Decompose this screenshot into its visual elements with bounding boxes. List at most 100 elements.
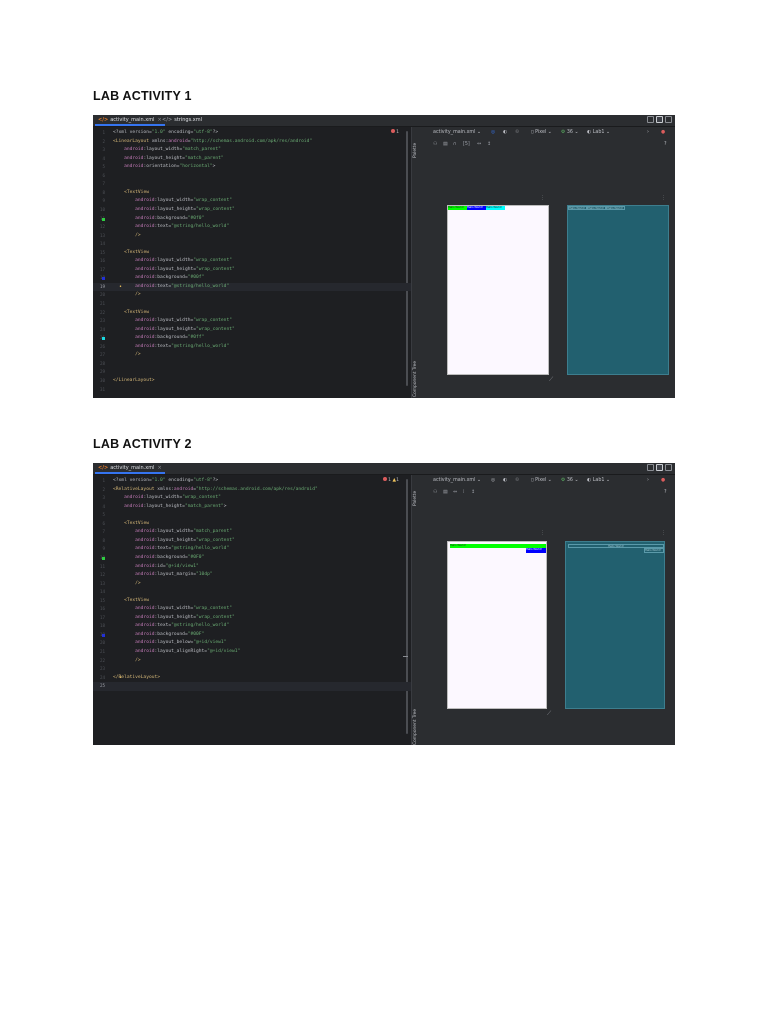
code-line[interactable]: 5 android:orientation="horizontal"> xyxy=(93,163,411,172)
night-mode-icon[interactable]: ◐ xyxy=(503,130,507,135)
layout-validation-icon[interactable]: ♲ xyxy=(515,130,519,135)
palette-tab[interactable]: Palette xyxy=(413,143,418,158)
lab2-tab-activity-main[interactable]: </> activity_main.xml × xyxy=(95,463,165,474)
file-selector[interactable]: activity_main.xml ⌄ xyxy=(433,478,481,483)
color-swatch-icon[interactable] xyxy=(102,277,105,281)
margin-selector[interactable]: [5] xyxy=(463,142,470,147)
orientation-icon[interactable]: ◎ xyxy=(491,130,495,135)
pan-icon[interactable]: ⇔ xyxy=(453,490,457,495)
code-line[interactable]: 12 android:layout_margin="10dp" xyxy=(93,571,411,580)
code-line[interactable]: 26 android:text="@string/hello_world" xyxy=(93,343,411,352)
code-line[interactable]: 10 android:background="#0F0" xyxy=(93,554,411,563)
code-line[interactable]: 6 <TextView xyxy=(93,520,411,529)
code-line[interactable]: 8 android:layout_height="wrap_content" xyxy=(93,537,411,546)
component-tree-tab[interactable]: Component Tree xyxy=(413,361,418,397)
code-line[interactable]: 19 android:background="#00F" xyxy=(93,631,411,640)
color-swatch-icon[interactable] xyxy=(102,633,105,637)
code-line[interactable]: 27 /> xyxy=(93,351,411,360)
code-line[interactable]: 20 android:layout_below="@+id/view1" xyxy=(93,639,411,648)
view-options-icon[interactable]: ⚇ xyxy=(433,490,437,495)
code-line[interactable]: 3 android:layout_width="match_parent" xyxy=(93,146,411,155)
night-mode-icon[interactable]: ◐ xyxy=(503,478,507,483)
overflow-icon[interactable]: ⋮ xyxy=(661,195,666,201)
palette-tab[interactable]: Palette xyxy=(413,491,418,506)
help-icon[interactable]: ? xyxy=(664,490,667,495)
code-line[interactable]: 29 xyxy=(93,368,411,377)
overflow-icon[interactable]: ⋮ xyxy=(540,530,545,536)
code-line[interactable]: 3 android:layout_width="wrap_content" xyxy=(93,494,411,503)
code-line[interactable]: 17 android:layout_height="wrap_content" xyxy=(93,266,411,275)
code-line[interactable]: 14 xyxy=(93,588,411,597)
code-line[interactable]: 1 <?xml version="1.0" encoding="utf-8"?> xyxy=(93,477,411,486)
code-line[interactable]: 31 xyxy=(93,386,411,395)
split-view-icon[interactable] xyxy=(656,464,663,471)
api-selector[interactable]: ⚙ 36 ⌄ xyxy=(561,478,579,483)
color-swatch-icon[interactable] xyxy=(102,217,105,221)
design-view-icon[interactable] xyxy=(665,464,672,471)
theme-selector[interactable]: ◐ Lab1 ⌄ xyxy=(587,478,610,483)
api-selector[interactable]: ⚙ 36 ⌄ xyxy=(561,130,579,135)
error-indicator-icon[interactable]: ● xyxy=(661,130,665,135)
code-line[interactable]: 16 android:layout_width="wrap_content" xyxy=(93,257,411,266)
lab1-tab-strings[interactable]: </> strings.xml xyxy=(159,115,205,126)
blueprint-toggle-icon[interactable]: ▤ xyxy=(443,142,448,147)
layout-validation-icon[interactable]: ♲ xyxy=(515,478,519,483)
code-line[interactable]: 21 android:layout_alignRight="@+id/view1… xyxy=(93,648,411,657)
device-selector[interactable]: ▯ Pixel ⌄ xyxy=(531,130,552,135)
code-line[interactable]: 20 /> xyxy=(93,291,411,300)
orientation-icon[interactable]: ◎ xyxy=(491,478,495,483)
code-line[interactable]: 16 android:layout_width="wrap_content" xyxy=(93,605,411,614)
code-line[interactable]: 7 xyxy=(93,180,411,189)
code-line[interactable]: 1 <?xml version="1.0" encoding="utf-8"?> xyxy=(93,129,411,138)
split-view-icon[interactable] xyxy=(656,116,663,123)
code-view-icon[interactable] xyxy=(647,116,654,123)
design-view-icon[interactable] xyxy=(665,116,672,123)
theme-selector[interactable]: ◐ Lab1 ⌄ xyxy=(587,130,610,135)
code-line[interactable]: 6 xyxy=(93,172,411,181)
code-line[interactable]: 11 android:id="@+id/view1" xyxy=(93,563,411,572)
code-line[interactable]: 17 android:layout_height="wrap_content" xyxy=(93,614,411,623)
lab2-code-editor[interactable]: 1 ▲1 1 <?xml version="1.0" encoding="utf-… xyxy=(93,475,411,745)
code-line[interactable]: 18 android:background="#00f" xyxy=(93,274,411,283)
overflow-icon[interactable]: ⋮ xyxy=(661,530,666,536)
code-line[interactable]: 10 android:layout_height="wrap_content" xyxy=(93,206,411,215)
lab1-tab-activity-main[interactable]: </> activity_main.xml × xyxy=(95,115,165,126)
code-line[interactable]: 23 android:layout_width="wrap_content" xyxy=(93,317,411,326)
code-line[interactable]: 15 <TextView xyxy=(93,597,411,606)
blueprint-toggle-icon[interactable]: ▤ xyxy=(443,490,448,495)
code-line[interactable]: 24 • </RelativeLayout> xyxy=(93,674,411,683)
code-line[interactable]: 4 android:layout_height="match_parent"> xyxy=(93,503,411,512)
chevron-right-icon[interactable]: › xyxy=(647,130,649,135)
code-line[interactable]: 13 /> xyxy=(93,580,411,589)
code-line[interactable]: 7 android:layout_width="match_parent" xyxy=(93,528,411,537)
code-line[interactable]: 2 <LinearLayout xmlns:android="http://sch… xyxy=(93,138,411,147)
code-line[interactable]: 24 android:layout_height="wrap_content" xyxy=(93,326,411,335)
code-line[interactable]: 25 xyxy=(93,682,411,691)
device-selector[interactable]: ▯ Pixel ⌄ xyxy=(531,478,552,483)
code-line[interactable]: 13 /> xyxy=(93,232,411,241)
code-line[interactable]: 22 /> xyxy=(93,657,411,666)
code-line[interactable]: 12 android:text="@string/hello_world" xyxy=(93,223,411,232)
code-line[interactable]: 19 • android:text="@string/hello_world" xyxy=(93,282,411,292)
expand-horizontal-icon[interactable]: ↔ xyxy=(477,142,481,147)
code-line[interactable]: 30 </LinearLayout> xyxy=(93,377,411,386)
lab1-code-editor[interactable]: 1 1 <?xml version="1.0" encoding="utf-8"?… xyxy=(93,127,411,398)
expand-vertical-icon[interactable]: ↕ xyxy=(471,490,475,495)
magnet-icon[interactable]: ∩ xyxy=(453,142,457,147)
code-line[interactable]: 9 android:layout_width="wrap_content" xyxy=(93,197,411,206)
code-line[interactable]: 22 <TextView xyxy=(93,309,411,318)
view-options-icon[interactable]: ⚇ xyxy=(433,142,437,147)
component-tree-tab[interactable]: Component Tree xyxy=(413,709,418,745)
code-line[interactable]: 11 android:background="#0f0" xyxy=(93,215,411,224)
chevron-right-icon[interactable]: › xyxy=(647,478,649,483)
code-line[interactable]: 25 android:background="#0ff" xyxy=(93,334,411,343)
color-swatch-icon[interactable] xyxy=(102,556,105,560)
color-swatch-icon[interactable] xyxy=(102,337,105,341)
code-view-icon[interactable] xyxy=(647,464,654,471)
resize-handle-icon[interactable]: ⟋ xyxy=(549,377,553,384)
resize-handle-icon[interactable]: ⟋ xyxy=(547,711,551,718)
code-line[interactable]: 4 android:layout_height="match_parent" xyxy=(93,155,411,164)
error-indicator-icon[interactable]: ● xyxy=(661,478,665,483)
code-line[interactable]: 18 android:text="@string/hello_world" xyxy=(93,622,411,631)
code-line[interactable]: 5 xyxy=(93,511,411,520)
